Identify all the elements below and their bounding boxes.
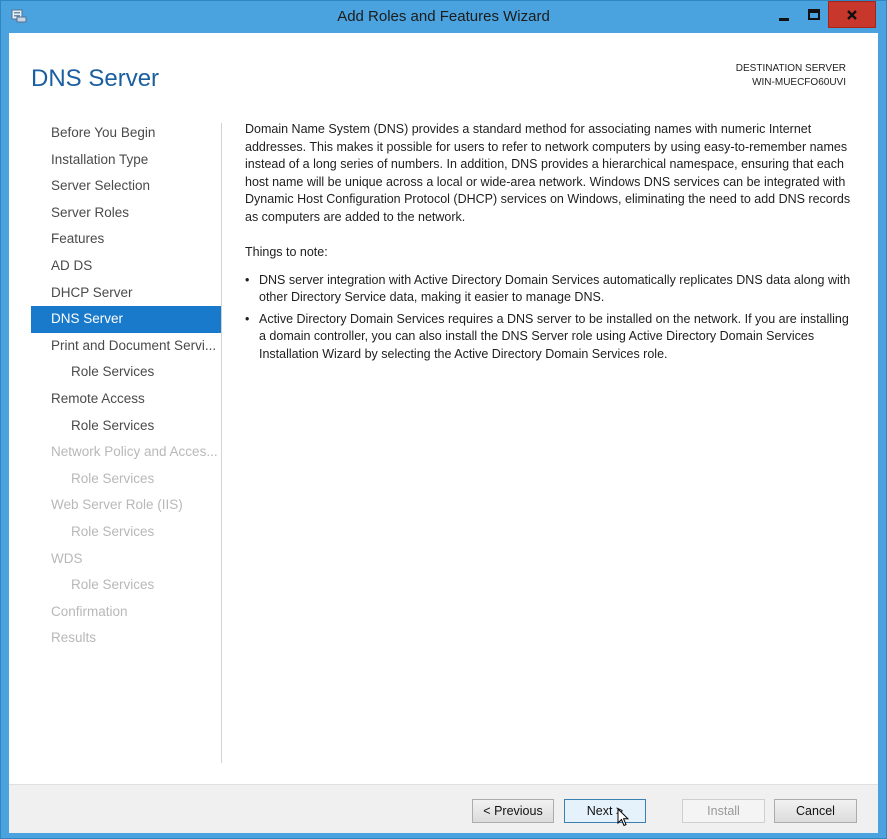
note-item: Active Directory Domain Services require… [245,311,857,364]
nav-item-server-roles[interactable]: Server Roles [31,200,221,227]
minimize-button[interactable] [768,1,799,28]
nav-item-installation-type[interactable]: Installation Type [31,147,221,174]
previous-button[interactable]: < Previous [472,799,554,823]
nav-item-results: Results [51,630,97,646]
nav-item-dns-server[interactable]: DNS Server [31,306,221,333]
nav-item-print-role-services[interactable]: Role Services [31,359,221,386]
window-title: Add Roles and Features Wizard [337,8,550,25]
nav-item-print-document-services[interactable]: Print and Document Servi... [31,333,221,360]
cancel-button[interactable]: Cancel [774,799,857,823]
close-button[interactable] [828,1,876,28]
maximize-icon [807,8,820,20]
nav-item-ad-ds[interactable]: AD DS [31,253,221,280]
nav-item-remote-access-role-services[interactable]: Role Services [31,413,221,440]
nav-item-network-policy: Network Policy and Acces... [51,444,218,460]
page-title: DNS Server [31,65,160,92]
next-button[interactable]: Next > [564,799,646,823]
notes-list: DNS server integration with Active Direc… [245,272,857,364]
destination-server-name: WIN-MUECFO60UVI [752,77,846,88]
page-content: Domain Name System (DNS) provides a stan… [245,121,857,367]
destination-server-label: DESTINATION SERVER [735,63,846,74]
nav-item-wds: WDS [51,550,83,566]
close-icon [847,9,857,20]
wizard-footer: < Previous Next > Install Cancel [9,784,878,833]
maximize-button[interactable] [799,1,828,28]
nav-divider [221,123,222,763]
nav-item-dhcp-server[interactable]: DHCP Server [31,280,221,307]
minimize-icon [778,17,789,21]
nav-item-features[interactable]: Features [31,226,221,253]
nav-item-confirmation: Confirmation [51,603,128,619]
note-item: DNS server integration with Active Direc… [245,272,857,307]
wizard-window: Add Roles and Features Wizard DNS Server… [0,0,887,839]
nav-item-network-policy-role-services: Role Services [71,470,155,486]
destination-server-info: DESTINATION SERVER WIN-MUECFO60UVI [736,62,846,90]
nav-item-server-selection[interactable]: Server Selection [31,173,221,200]
nav-item-before-you-begin[interactable]: Before You Begin [31,120,221,147]
nav-item-remote-access[interactable]: Remote Access [31,386,221,413]
title-bar[interactable]: Add Roles and Features Wizard [1,1,886,33]
install-button: Install [682,799,765,823]
wizard-client-area: DNS Server DESTINATION SERVER WIN-MUECFO… [9,33,878,833]
nav-item-iis-role-services: Role Services [71,523,155,539]
mouse-pointer-icon [617,808,629,827]
dns-description: Domain Name System (DNS) provides a stan… [245,122,851,224]
nav-item-web-server-iis: Web Server Role (IIS) [51,497,183,513]
nav-item-wds-role-services: Role Services [71,577,155,593]
wizard-nav: Before You Begin Installation Type Serve… [31,120,221,652]
notes-heading: Things to note: [245,245,328,259]
